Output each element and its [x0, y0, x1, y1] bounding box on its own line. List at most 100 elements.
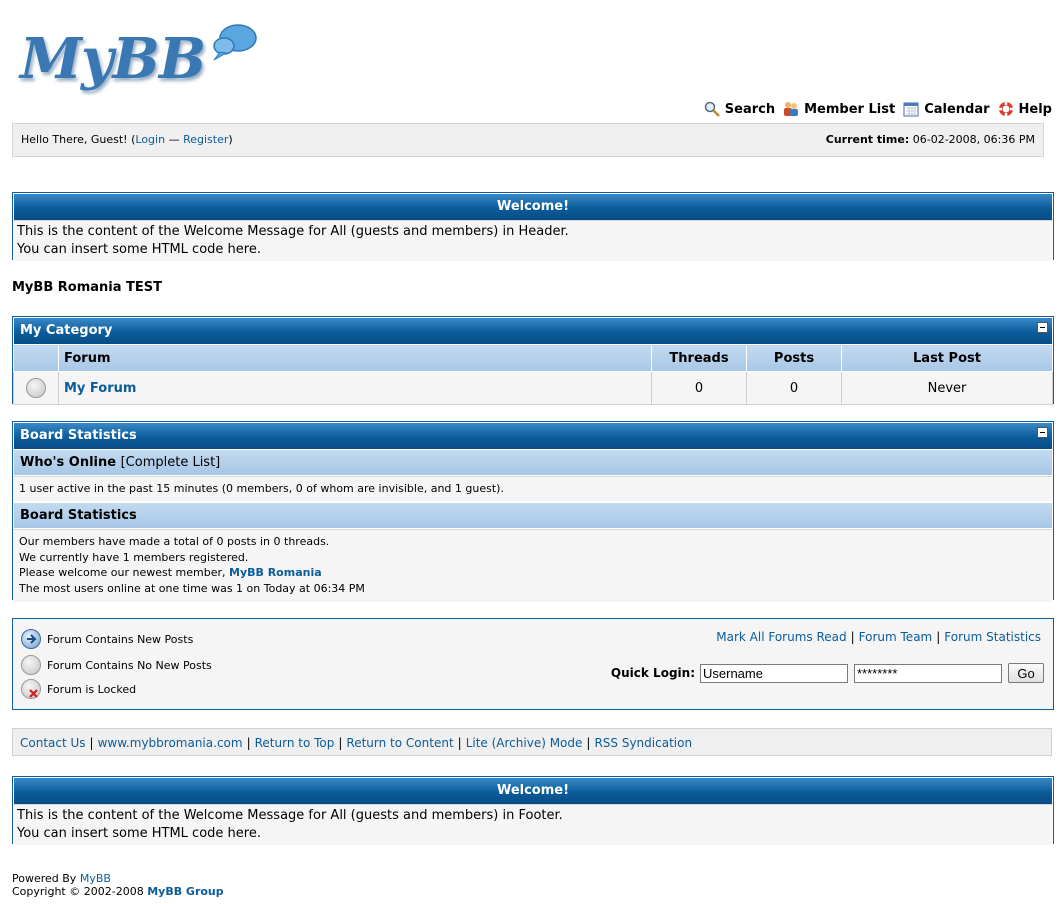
- forum-team-link[interactable]: Forum Team: [859, 630, 933, 644]
- stats-line2: We currently have 1 members registered.: [19, 550, 249, 564]
- footer-welcome-body: This is the content of the Welcome Messa…: [13, 804, 1053, 846]
- legend-locked: Forum is Locked: [21, 677, 212, 701]
- forum-legend: Forum Contains New Posts Forum Contains …: [21, 627, 212, 701]
- mark-all-read-link[interactable]: Mark All Forums Read: [716, 630, 846, 644]
- powered-line: Powered By MyBB: [12, 872, 224, 885]
- speech-bubble-icon: [213, 24, 257, 61]
- whos-online-header: Who's Online [Complete List]: [13, 449, 1053, 476]
- forum-name-cell: My Forum: [58, 371, 652, 405]
- greeting-dash: —: [165, 133, 184, 146]
- return-content-link[interactable]: Return to Content: [346, 736, 453, 750]
- go-button[interactable]: Go: [1008, 663, 1044, 683]
- site-link[interactable]: www.mybbromania.com: [98, 736, 243, 750]
- logo-text: MyBB: [20, 26, 206, 92]
- quick-login-form: Quick Login: Go: [611, 663, 1044, 683]
- header-forum: Forum: [58, 344, 652, 372]
- board-statistics-panel: Board Statistics Who's Online [Complete …: [12, 421, 1054, 603]
- forum-statistics-link[interactable]: Forum Statistics: [944, 630, 1041, 644]
- footer-welcome-panel: Welcome! This is the content of the Welc…: [12, 776, 1054, 846]
- powered-prefix: Powered By: [12, 872, 80, 885]
- header-status: [13, 344, 59, 372]
- return-top-link[interactable]: Return to Top: [255, 736, 335, 750]
- contact-us-link[interactable]: Contact Us: [20, 736, 86, 750]
- header-welcome-panel: Welcome! This is the content of the Welc…: [12, 192, 1054, 262]
- login-link[interactable]: Login: [135, 133, 165, 146]
- username-input[interactable]: [700, 663, 848, 683]
- footer-welcome-line1: This is the content of the Welcome Messa…: [17, 808, 563, 823]
- legend-locked-label: Forum is Locked: [47, 682, 137, 696]
- locked-forum-icon: [21, 679, 41, 699]
- stats-line1: Our members have made a total of 0 posts…: [19, 535, 330, 548]
- register-link[interactable]: Register: [183, 133, 228, 146]
- header-threads: Threads: [651, 344, 747, 372]
- whos-online-link[interactable]: Who's Online: [20, 455, 116, 470]
- greeting-close: ): [228, 133, 233, 146]
- legend-panel: Forum Contains New Posts Forum Contains …: [12, 618, 1054, 710]
- forum-row: My Forum 0 0 Never: [13, 371, 1053, 405]
- board-title: MyBB Romania TEST: [12, 280, 163, 295]
- legend-new-posts-label: Forum Contains New Posts: [47, 632, 194, 646]
- member-list-icon: [784, 102, 799, 116]
- collapse-icon[interactable]: [1037, 322, 1048, 333]
- menu-search[interactable]: Search: [704, 101, 775, 117]
- welcome-bar: Hello There, Guest! (Login — Register) C…: [12, 123, 1044, 157]
- forum-threads: 0: [651, 371, 747, 405]
- menu-search-label: Search: [724, 101, 776, 117]
- category-title: My Category: [13, 317, 1053, 344]
- lite-mode-link[interactable]: Lite (Archive) Mode: [466, 736, 583, 750]
- forum-status-cell: [13, 371, 59, 405]
- header-last-post: Last Post: [841, 344, 1053, 372]
- footer-links: Contact Us | www.mybbromania.com | Return to…: [12, 728, 1052, 756]
- collapse-icon[interactable]: [1037, 427, 1048, 438]
- header-welcome-line1: This is the content of the Welcome Messa…: [17, 224, 569, 239]
- help-icon: [998, 102, 1013, 116]
- powered-by: Powered By MyBB Copyright © 2002-2008 My…: [12, 872, 224, 898]
- search-icon: [704, 101, 720, 117]
- menu-calendar-label: Calendar: [924, 101, 990, 117]
- top-menu: Search Member List Calendar Help: [704, 100, 1052, 118]
- mybb-link[interactable]: MyBB: [80, 872, 111, 885]
- menu-help[interactable]: Help: [998, 101, 1052, 117]
- stats-line3-prefix: Please welcome our newest member,: [19, 566, 229, 579]
- forum-last-post: Never: [841, 371, 1053, 405]
- rss-link[interactable]: RSS Syndication: [594, 736, 692, 750]
- header-posts: Posts: [746, 344, 842, 372]
- new-posts-icon: [21, 629, 41, 649]
- header-welcome-title: Welcome!: [13, 193, 1053, 220]
- newest-member-link[interactable]: MyBB Romania: [229, 566, 322, 579]
- mybb-logo[interactable]: MyBB: [20, 20, 260, 95]
- forum-link[interactable]: My Forum: [64, 381, 136, 396]
- menu-member-list[interactable]: Member List: [783, 101, 895, 117]
- menu-member-list-label: Member List: [804, 101, 896, 117]
- menu-calendar[interactable]: Calendar: [903, 101, 990, 117]
- quick-login-label: Quick Login:: [610, 666, 695, 680]
- copyright-line: Copyright © 2002-2008 MyBB Group: [12, 885, 224, 898]
- stats-body: Our members have made a total of 0 posts…: [13, 529, 1053, 603]
- mybb-group-link[interactable]: MyBB Group: [147, 885, 223, 898]
- footer-welcome-title: Welcome!: [13, 777, 1053, 804]
- stats-line4: The most users online at one time was 1 …: [19, 581, 365, 595]
- legend-no-new-posts: Forum Contains No New Posts: [21, 653, 212, 677]
- calendar-icon: [903, 102, 919, 117]
- no-new-posts-icon: [21, 655, 41, 675]
- password-input[interactable]: [854, 663, 1002, 683]
- header-welcome-body: This is the content of the Welcome Messa…: [13, 220, 1053, 262]
- header-welcome-line2: You can insert some HTML code here.: [17, 242, 261, 257]
- stats-subheader: Board Statistics: [13, 502, 1053, 529]
- footer-welcome-line2: You can insert some HTML code here.: [17, 826, 261, 841]
- stats-title: Board Statistics: [13, 422, 1053, 449]
- complete-list-link[interactable]: [Complete List]: [121, 455, 221, 470]
- category-title-link[interactable]: My Category: [20, 323, 112, 338]
- copyright-text: Copyright © 2002-2008: [12, 885, 148, 898]
- menu-help-label: Help: [1018, 101, 1052, 117]
- current-time-value: 06-02-2008, 06:36 PM: [912, 133, 1035, 146]
- legend-new-posts: Forum Contains New Posts: [21, 627, 212, 651]
- current-time: Current time: 06-02-2008, 06:36 PM: [826, 133, 1035, 146]
- forum-table-header: Forum Threads Posts Last Post: [13, 344, 1053, 372]
- greeting-text: Hello There, Guest! (: [21, 133, 136, 146]
- stats-title-text: Board Statistics: [20, 428, 137, 443]
- current-time-label: Current time:: [825, 133, 910, 146]
- forum-table: Forum Threads Posts Last Post My Forum 0…: [13, 344, 1053, 405]
- forum-links: Mark All Forums Read | Forum Team | Forum St…: [716, 630, 1041, 644]
- guest-greeting: Hello There, Guest! (Login — Register): [21, 133, 233, 146]
